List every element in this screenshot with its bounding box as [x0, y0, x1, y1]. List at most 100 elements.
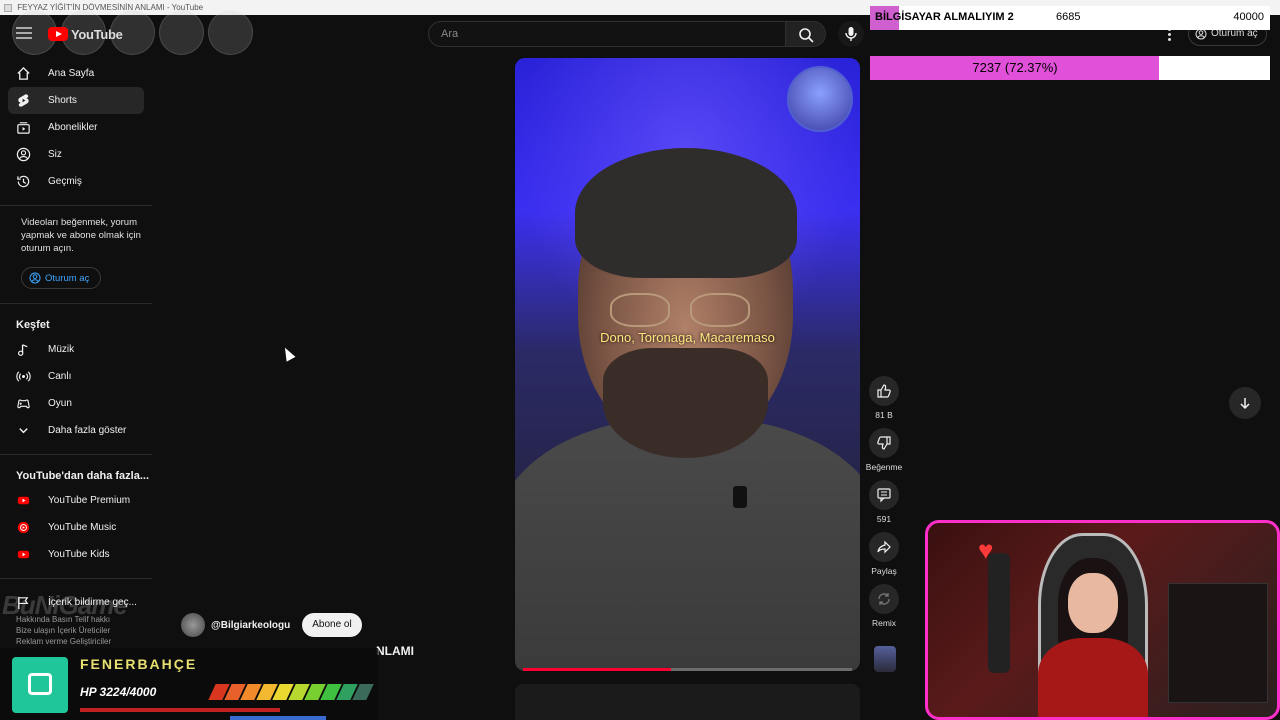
- thumbs-down-icon: [877, 436, 891, 450]
- sidebar-item-m-zik[interactable]: Müzik: [8, 336, 144, 363]
- sidebar-item-abonelikler[interactable]: Abonelikler: [8, 114, 144, 141]
- sidebar-item-label: Geçmiş: [48, 176, 82, 187]
- sidebar-divider: [0, 303, 152, 304]
- shorts-video-player[interactable]: Dono, Toronaga, Macaremaso: [515, 58, 860, 671]
- next-video-button[interactable]: [1229, 387, 1261, 419]
- sidebar-item-canl[interactable]: Canlı: [8, 363, 144, 390]
- sidebar-footer: Hakkında Basın Telif hakkı Bize ulaşın İ…: [16, 614, 156, 647]
- subscribe-button[interactable]: Abone ol: [302, 613, 362, 637]
- sidebar-item-siz[interactable]: Siz: [8, 141, 144, 168]
- explore-nav: Müzik Canlı Oyun Daha fazla göster: [0, 336, 152, 444]
- yt-kids-icon: [17, 550, 30, 559]
- history-icon: [17, 175, 30, 188]
- sidebar-signin-label: Oturum aç: [45, 272, 90, 284]
- channel-logo-badge: [787, 66, 853, 132]
- footer-links-1[interactable]: Hakkında Basın Telif hakkı: [16, 614, 156, 625]
- more-options-icon[interactable]: [1168, 28, 1172, 43]
- donation-goal-bar: BİLGİSAYAR ALMALIYIM 2 6685 40000: [870, 6, 1270, 30]
- channel-avatar[interactable]: [181, 613, 205, 637]
- comments-button[interactable]: 591: [864, 480, 904, 532]
- dislike-button[interactable]: Beğenme: [864, 428, 904, 480]
- hamburger-menu-icon[interactable]: [16, 27, 32, 39]
- account-icon: [29, 272, 41, 284]
- share-icon: [877, 540, 891, 554]
- youtube-logo[interactable]: YouTube: [48, 26, 123, 42]
- sidebar-item-oyun[interactable]: Oyun: [8, 390, 144, 417]
- like-count: 81 B: [875, 410, 893, 420]
- sidebar-item-daha-fazla-g-ster[interactable]: Daha fazla göster: [8, 417, 144, 444]
- video-progress-bar[interactable]: [523, 668, 852, 671]
- remix-label: Remix: [871, 618, 897, 628]
- sidebar-item-label: YouTube Premium: [48, 495, 131, 506]
- signin-prompt: Videoları beğenmek, yorum yapmak ve abon…: [21, 217, 141, 254]
- donation-progress-bar: 7237 (72.37%): [870, 56, 1270, 80]
- yt-premium-icon: [17, 496, 30, 505]
- sidebar-item-label: Canlı: [48, 371, 72, 382]
- more-nav: YouTube Premium YouTube Music YouTube Kids: [0, 487, 152, 568]
- like-button[interactable]: 81 B: [864, 376, 904, 428]
- sound-thumbnail[interactable]: [874, 646, 896, 672]
- remix-icon: [878, 593, 890, 605]
- sidebar-item-youtube-premium[interactable]: YouTube Premium: [8, 487, 144, 514]
- search-button[interactable]: [786, 21, 826, 47]
- sidebar-divider: [0, 578, 152, 579]
- video-person-glasses: [610, 293, 760, 329]
- search-icon: [799, 28, 814, 43]
- sidebar-signin-button[interactable]: Oturum aç: [21, 267, 101, 289]
- comment-icon: [877, 488, 891, 503]
- channel-name[interactable]: @Bilgiarkeologu: [211, 620, 290, 631]
- donation-goal-title: BİLGİSAYAR ALMALIYIM 2: [875, 11, 1014, 23]
- sidebar-item-ana-sayfa[interactable]: Ana Sayfa: [8, 60, 144, 87]
- taskbar-strip: [230, 716, 326, 720]
- live-icon: [16, 371, 31, 382]
- microphone-icon: [845, 27, 857, 41]
- music-icon: [18, 344, 28, 356]
- screen: FEYYAZ YİĞİT'İN DÖVMESİNİN ANLAMI - YouT…: [0, 0, 1280, 720]
- game-team-name: FENERBAHÇE: [80, 656, 198, 672]
- next-short-preview[interactable]: [515, 684, 860, 720]
- youtube-play-icon: [48, 27, 68, 41]
- chevron-down-icon: [19, 428, 28, 434]
- sidebar-item-label: Shorts: [48, 95, 77, 106]
- sidebar-item-ge-mi[interactable]: Geçmiş: [8, 168, 144, 195]
- footer-links-3[interactable]: Reklam verme Geliştiriciler: [16, 636, 156, 647]
- thumbs-up-icon: [877, 384, 891, 398]
- mouse-cursor: [280, 345, 296, 362]
- home-icon: [17, 66, 30, 80]
- main-nav: Ana Sayfa Shorts Abonelikler Siz Geçmiş: [0, 60, 152, 195]
- yt-music-icon: [17, 521, 30, 534]
- sidebar-divider: [0, 454, 152, 455]
- dislike-label: Beğenme: [865, 462, 903, 472]
- donation-progress-text: 7237 (72.37%): [972, 60, 1058, 75]
- webcam-streamer-body: [1038, 638, 1148, 717]
- sidebar-item-label: Oyun: [48, 398, 72, 409]
- explore-title: Keşfet: [16, 319, 50, 331]
- donation-goal-target: 40000: [1233, 11, 1264, 23]
- shorts-icon: [18, 94, 29, 107]
- search-input[interactable]: Ara: [428, 21, 786, 47]
- video-subtitle: Dono, Toronaga, Macaremaso: [600, 330, 775, 345]
- share-button[interactable]: Paylaş: [864, 532, 904, 584]
- share-label: Paylaş: [871, 566, 897, 576]
- sidebar-item-youtube-music[interactable]: YouTube Music: [8, 514, 144, 541]
- sidebar-item-youtube-kids[interactable]: YouTube Kids: [8, 541, 144, 568]
- user-icon: [16, 147, 31, 162]
- streamer-webcam: ♥: [925, 520, 1280, 720]
- game-hp-underline: [80, 708, 280, 712]
- sidebar-item-label: YouTube Music: [48, 522, 117, 533]
- footer-links-2[interactable]: Bize ulaşın İçerik Üreticiler: [16, 625, 156, 636]
- comment-count: 591: [876, 514, 892, 524]
- sidebar: Ana Sayfa Shorts Abonelikler Siz Geçmiş Vide…: [0, 60, 152, 616]
- video-person-beard: [603, 348, 768, 458]
- logo-text: YouTube: [71, 26, 123, 42]
- more-from-youtube-title: YouTube'dan daha fazla...: [16, 470, 149, 482]
- subscriptions-icon: [17, 122, 30, 134]
- sidebar-item-label: YouTube Kids: [48, 549, 110, 560]
- overlay-bubble: [159, 10, 204, 55]
- channel-row: @Bilgiarkeologu Abone ol: [181, 613, 362, 637]
- webcam-chalkboard: [1168, 583, 1268, 703]
- remix-button[interactable]: Remix: [864, 584, 904, 636]
- sidebar-item-shorts[interactable]: Shorts: [8, 87, 144, 114]
- voice-search-button[interactable]: [838, 21, 864, 47]
- window-icon: [4, 3, 12, 12]
